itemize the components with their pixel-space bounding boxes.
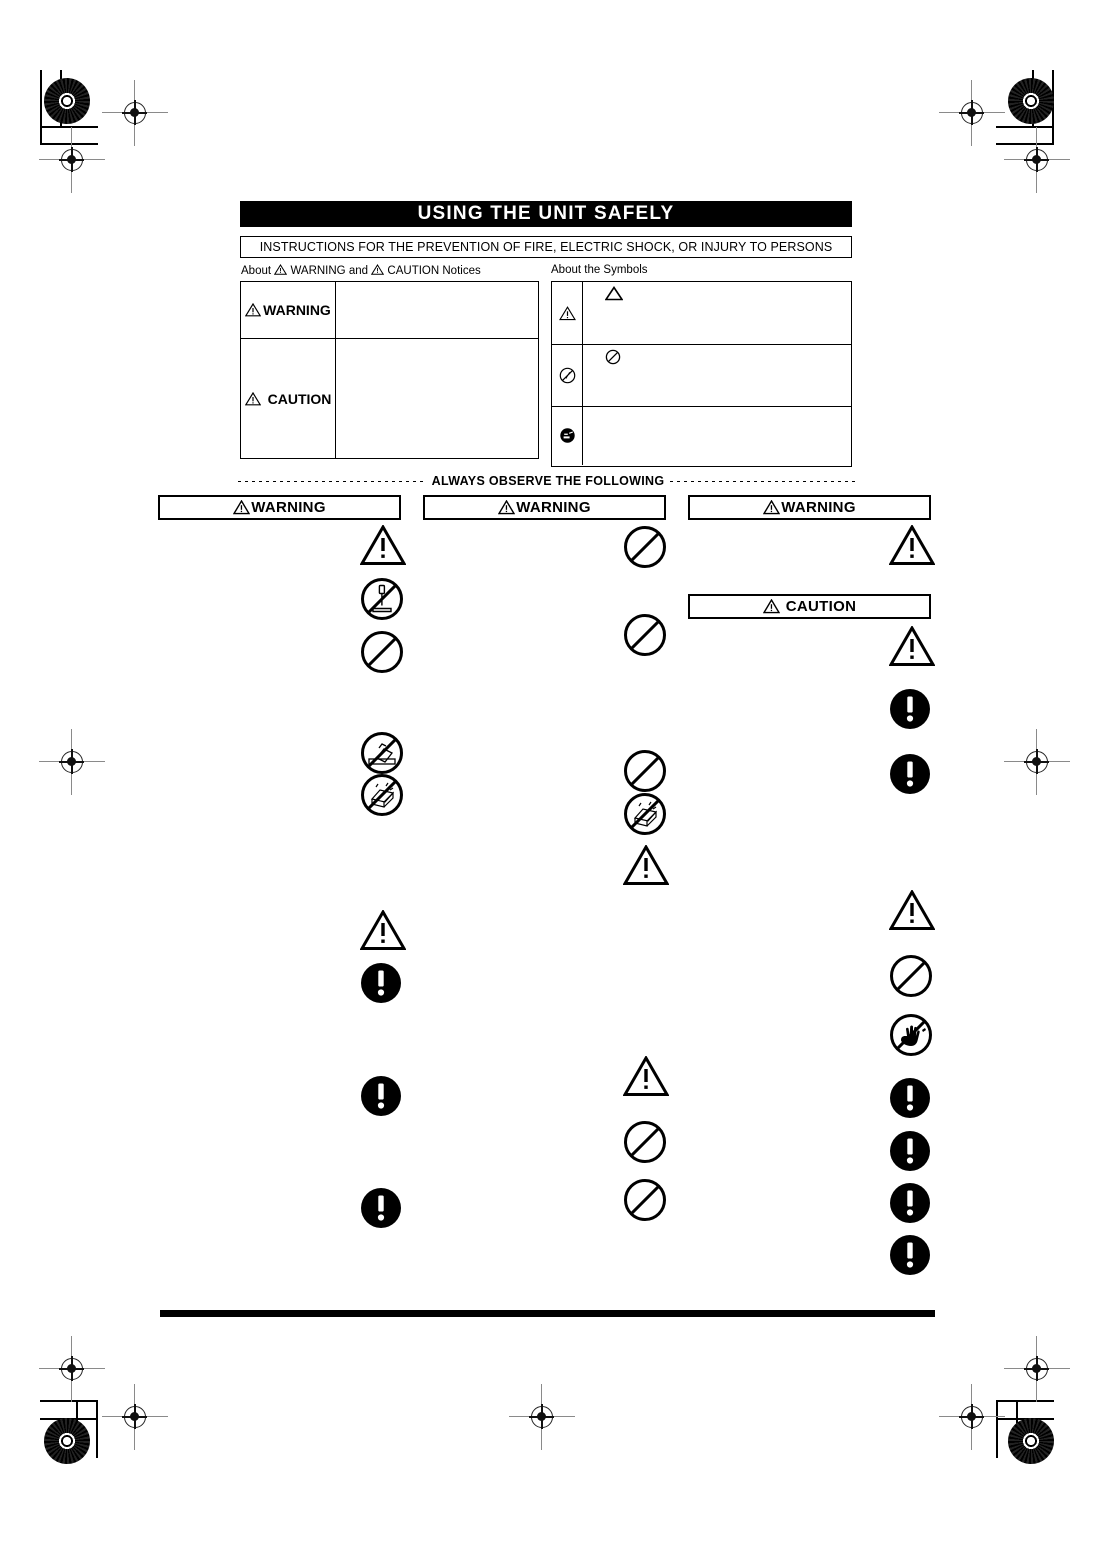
table-row: CAUTION <box>241 338 538 459</box>
do-not-place-on-unstable-surface-icon <box>360 731 404 775</box>
mandatory-action-icon <box>360 1187 402 1229</box>
caption-part-3: CAUTION Notices <box>387 265 481 277</box>
symbol-unplug-body <box>583 407 851 465</box>
column-2-warning-label: WARNING <box>516 499 591 516</box>
table-row <box>552 406 851 465</box>
page-title-bar: USING THE UNIT SAFELY <box>240 201 852 227</box>
attention-triangle-icon <box>360 910 406 951</box>
mandatory-action-icon <box>889 753 931 795</box>
mandatory-action-icon <box>889 688 931 730</box>
page-title: USING THE UNIT SAFELY <box>417 203 675 224</box>
column-2-warning-header: WARNING <box>423 495 666 520</box>
attention-triangle-icon <box>889 890 935 931</box>
notices-warning-cell: WARNING <box>241 282 336 338</box>
mandatory-action-icon <box>889 1234 931 1276</box>
warning-triangle-icon <box>245 303 262 317</box>
table-row <box>552 344 851 406</box>
prohibition-circle-icon <box>889 954 933 998</box>
prohibition-circle-icon <box>623 1120 667 1164</box>
warning-label: WARNING <box>245 302 331 318</box>
divider-dots-left <box>238 480 426 482</box>
attention-triangle-icon <box>889 525 935 566</box>
mandatory-action-icon <box>889 1077 931 1119</box>
notices-caution-body <box>336 339 538 458</box>
warning-triangle-icon <box>763 500 781 515</box>
caution-label: CAUTION <box>244 390 332 407</box>
warning-label-text: WARNING <box>263 302 331 318</box>
caption-part-1: About <box>241 265 272 277</box>
prohibition-circle-icon <box>623 613 667 657</box>
notices-caution-cell: CAUTION <box>241 339 336 459</box>
mandatory-action-icon <box>360 962 402 1004</box>
attention-triangle-icon <box>558 305 576 321</box>
symbol-prohibited-cell <box>552 345 583 406</box>
caution-triangle-icon <box>244 391 261 406</box>
page-subtitle: INSTRUCTIONS FOR THE PREVENTION OF FIRE,… <box>259 240 833 254</box>
always-observe-label: ALWAYS OBSERVE THE FOLLOWING <box>431 474 665 488</box>
footer-rule <box>160 1310 935 1317</box>
prohibition-circle-icon <box>623 749 667 793</box>
do-not-disassemble-icon <box>360 577 404 621</box>
caution-triangle-icon <box>371 264 385 275</box>
prohibition-circle-icon <box>623 1178 667 1222</box>
symbol-prohibited-body <box>583 345 851 406</box>
warning-triangle-icon <box>498 500 516 515</box>
page-subtitle-box: INSTRUCTIONS FOR THE PREVENTION OF FIRE,… <box>240 236 852 258</box>
notices-warning-body <box>336 282 538 338</box>
plain-triangle-icon <box>605 286 623 301</box>
safety-page: USING THE UNIT SAFELY INSTRUCTIONS FOR T… <box>0 0 1094 1548</box>
mandatory-action-icon <box>360 1075 402 1117</box>
caption-part-2: WARNING and <box>290 265 369 277</box>
caption-about-symbols: About the Symbols <box>551 264 648 276</box>
attention-triangle-icon <box>623 845 669 886</box>
column-3-warning-header: WARNING <box>688 495 931 520</box>
mandatory-action-icon <box>889 1130 931 1172</box>
symbol-attention-cell <box>552 282 583 344</box>
prohibited-disassemble-icon <box>559 367 576 384</box>
warning-triangle-icon <box>233 500 251 515</box>
column-1-warning-header: WARNING <box>158 495 401 520</box>
warning-triangle-icon <box>274 264 288 275</box>
attention-triangle-icon <box>360 525 406 566</box>
symbol-attention-body <box>583 282 851 344</box>
always-observe-divider: ALWAYS OBSERVE THE FOLLOWING <box>238 474 859 488</box>
do-not-place-heavy-object-icon <box>360 773 404 817</box>
column-1-warning-label: WARNING <box>251 499 326 516</box>
attention-triangle-icon <box>889 626 935 667</box>
unplug-from-outlet-icon <box>559 427 576 444</box>
column-3-caution-label: CAUTION <box>785 598 857 615</box>
prohibition-circle-icon <box>360 630 404 674</box>
column-3-caution-header: CAUTION <box>688 594 931 619</box>
prohibition-circle-icon <box>605 349 621 365</box>
table-row <box>552 282 851 344</box>
caption-about-notices: About WARNING and CAUTION Notices <box>241 264 481 277</box>
do-not-place-heavy-object-icon <box>623 792 667 836</box>
notices-table: WARNING CAUTION <box>240 281 539 459</box>
caution-label-text: CAUTION <box>267 390 332 407</box>
divider-dots-right <box>670 480 859 482</box>
column-3-warning-label: WARNING <box>781 499 856 516</box>
do-not-touch-icon <box>889 1013 933 1057</box>
mandatory-action-icon <box>889 1182 931 1224</box>
symbol-unplug-cell <box>552 407 583 465</box>
caution-triangle-icon <box>762 599 780 614</box>
attention-triangle-icon <box>623 1056 669 1097</box>
prohibition-circle-icon <box>623 525 667 569</box>
table-row: WARNING <box>241 282 538 338</box>
symbols-table <box>551 281 852 467</box>
